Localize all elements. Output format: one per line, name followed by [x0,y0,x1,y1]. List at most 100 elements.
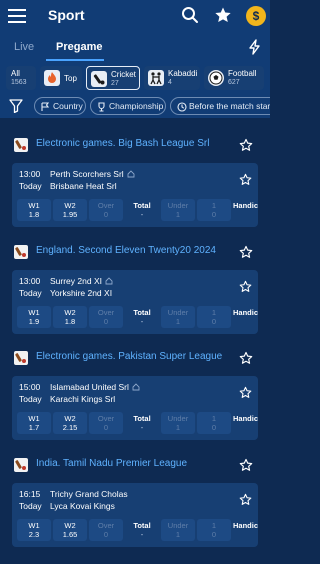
odds-label: Under [167,521,189,530]
odds-value: - [140,210,144,219]
match-card[interactable]: 15:00 Today Islamabad United Srl Karachi… [12,376,258,440]
filter-before-match[interactable]: Before the match starts [170,97,270,115]
filter-country[interactable]: Country [34,97,86,115]
odds-w1[interactable]: W1 1.9 [17,306,51,328]
odds-handicap-value[interactable]: 10 [197,412,231,434]
odds-value: - [140,317,144,326]
odds-label: Under [167,308,189,317]
odds-value: 2.15 [62,423,78,432]
sport-chip-cricket[interactable]: Cricket 27 [86,66,140,90]
odds-label: Handicap [233,414,258,423]
odds-under[interactable]: Under 1 [161,199,195,221]
odds-over[interactable]: Over 0 [89,199,123,221]
odds-handicap-value[interactable]: 10 [197,199,231,221]
odds-handicap-value[interactable]: 10 [197,519,231,541]
match-card[interactable]: 13:00 Today Surrey 2nd XI Yorkshire 2nd … [12,270,258,334]
search-icon[interactable] [181,6,199,24]
odds-handicap-value[interactable]: 10 [197,306,231,328]
sport-count: 4 [168,79,172,86]
odds-under[interactable]: Under 1 [161,412,195,434]
odds-label: Handicap [233,308,258,317]
odds-under[interactable]: Under 1 [161,306,195,328]
odds-value: 2.3 [28,530,40,539]
odds-value: 0 [211,317,217,326]
odds-value: 0 [103,423,109,432]
filter-championship[interactable]: Championship [90,97,166,115]
odds-value: 0 [103,530,109,539]
tab-live[interactable]: Live [14,41,34,53]
match-day: Today [19,394,42,404]
favorite-star-icon[interactable] [239,138,253,152]
odds-value: 1 [175,530,181,539]
odds-w1[interactable]: W1 1.8 [17,199,51,221]
sport-chip-top[interactable]: Top [40,66,82,90]
match-card[interactable]: 13:00 Today Perth Scorchers Srl Brisbane… [12,163,258,227]
odds-w2[interactable]: W2 1.95 [53,199,87,221]
odds-label: Total [133,308,151,317]
favorite-star-icon[interactable] [239,351,253,365]
odds-handicap: Handicap [230,306,258,328]
team-2: Karachi Kings Srl [50,394,116,404]
coin-icon[interactable]: $ [246,6,266,26]
match-day: Today [19,288,42,298]
home-icon [132,383,140,393]
sport-chip-all[interactable]: All 1563 [6,66,36,90]
league-header[interactable]: Electronic games. Big Bash League Srl [0,131,270,159]
odds-over[interactable]: Over 0 [89,412,123,434]
odds-handicap: Handicap [230,412,258,434]
home-icon [105,277,113,287]
odds-value: 1 [175,210,181,219]
team-1: Islamabad United Srl [50,382,140,393]
odds-label: W1 [28,308,40,317]
funnel-icon[interactable] [9,99,23,113]
favorite-star-icon[interactable] [239,173,252,186]
favorite-star-icon[interactable] [239,458,253,472]
team-1-name: Perth Scorchers Srl [50,169,124,179]
filter-label: Championship [109,101,164,111]
odds-value: 1.9 [28,317,40,326]
sport-chip-football[interactable]: Football 627 [204,66,264,90]
odds-value: 0 [103,210,109,219]
favorite-star-icon[interactable] [239,386,252,399]
trophy-icon [97,102,106,114]
odds-label: Over [97,521,115,530]
sport-chip-kabaddi[interactable]: Kabaddi 4 [144,66,200,90]
odds-w1[interactable]: W1 1.7 [17,412,51,434]
odds-under[interactable]: Under 1 [161,519,195,541]
odds-w1[interactable]: W1 2.3 [17,519,51,541]
league-header[interactable]: Electronic games. Pakistan Super League … [0,344,270,372]
odds-over[interactable]: Over 0 [89,306,123,328]
match-time: 13:00 [19,169,41,179]
odds-over[interactable]: Over 0 [89,519,123,541]
odds-value: 0 [103,317,109,326]
league-logo-icon [14,245,28,259]
odds-label: Total [133,521,151,530]
active-tab-indicator [46,59,104,61]
odds-w2[interactable]: W2 1.8 [53,306,87,328]
lightning-icon[interactable] [248,39,262,55]
odds-label: W2 [64,308,76,317]
league-header[interactable]: England. Second Eleven Twenty20 2024 [0,238,270,266]
odds-value: 1 [175,423,181,432]
league-name: Electronic games. Pakistan Super League … [36,351,222,362]
favorite-star-icon[interactable] [239,245,253,259]
odds-label: W1 [28,201,40,210]
match-day: Today [19,501,42,511]
league-header[interactable]: India. Tamil Nadu Premier League [0,451,270,479]
tab-pregame[interactable]: Pregame [56,41,102,53]
sport-name: Football [228,69,257,78]
odds-label: Over [97,201,115,210]
match-card[interactable]: 16:15 Today Trichy Grand Cholas Lyca Kov… [12,483,258,547]
odds-w2[interactable]: W2 2.15 [53,412,87,434]
sports-bar: All 1563 Top Cricket 27 Kabaddi 4 Footba… [0,62,270,94]
sport-count: 27 [111,80,119,87]
favorites-star-icon[interactable] [214,6,232,24]
favorite-star-icon[interactable] [239,493,252,506]
team-1-name: Surrey 2nd XI [50,276,102,286]
menu-icon[interactable] [8,8,26,24]
league-name: Electronic games. Big Bash League Srl [36,138,210,149]
odds-label: 1 [211,414,217,423]
favorite-star-icon[interactable] [239,280,252,293]
odds-handicap: Handicap [230,519,258,541]
odds-w2[interactable]: W2 1.65 [53,519,87,541]
